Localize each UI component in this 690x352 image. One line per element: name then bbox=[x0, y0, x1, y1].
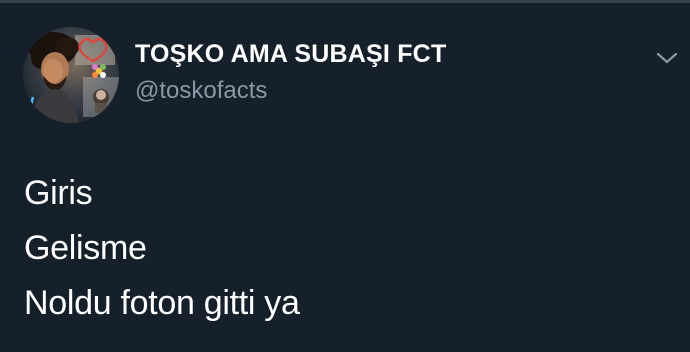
author-handle[interactable]: @toskofacts bbox=[135, 77, 267, 105]
tweet-text: Giris Gelisme Noldu foton gitti ya bbox=[24, 166, 664, 331]
tweet-line: Giris bbox=[24, 174, 93, 212]
author-display-name[interactable]: TOŞKO AMA SUBAŞI FCT bbox=[135, 40, 446, 69]
chevron-down-icon[interactable] bbox=[654, 48, 680, 68]
tweet-card[interactable]: TOŞKO AMA SUBAŞI FCT @toskofacts Giris G… bbox=[0, 0, 690, 352]
tweet-line: Gelisme bbox=[24, 229, 147, 267]
avatar-image bbox=[23, 27, 119, 123]
avatar[interactable] bbox=[23, 27, 119, 123]
tweet-line: Noldu foton gitti ya bbox=[24, 284, 300, 322]
